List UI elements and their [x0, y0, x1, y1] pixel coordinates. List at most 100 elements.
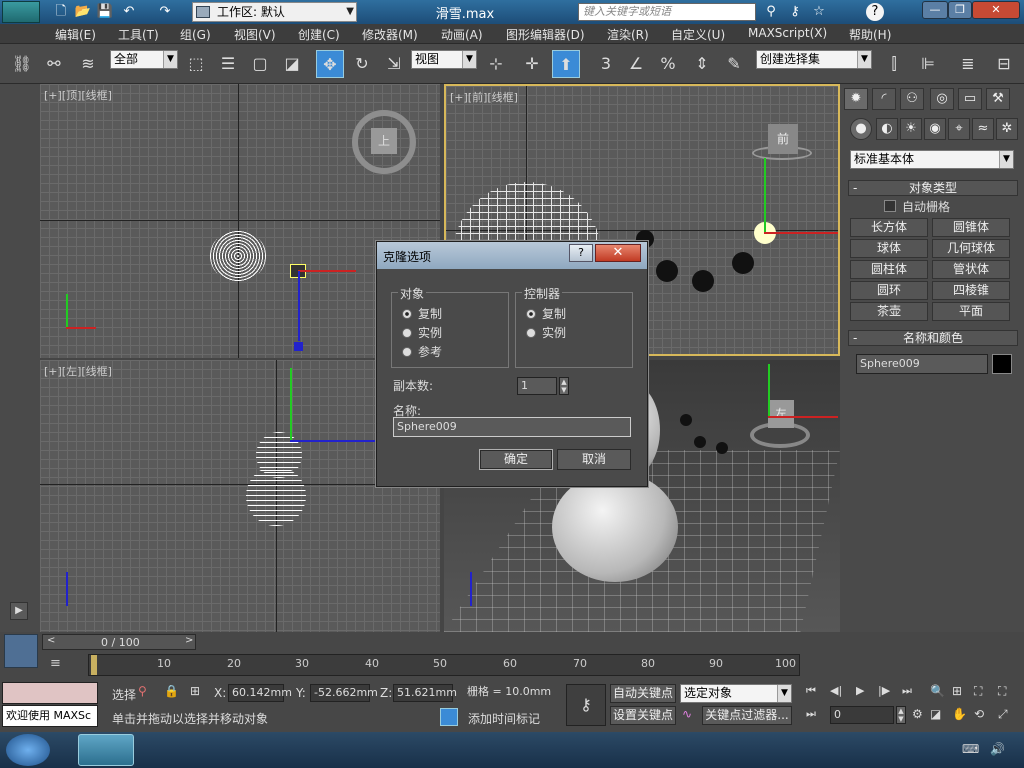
ok-button[interactable]: 确定	[479, 449, 553, 470]
viewport-front-label[interactable]: [+][前][线框]	[450, 89, 518, 105]
workspace-dropdown[interactable]: 工作区: 默认 ▼	[192, 2, 357, 22]
track-bar[interactable]: 10 20 30 40 50 60 70 80 90 100	[88, 654, 800, 676]
align-icon[interactable]: ⊫	[914, 50, 942, 78]
dialog-close-button[interactable]: ✕	[595, 244, 641, 262]
view-cube-front-face[interactable]: 前	[768, 124, 798, 154]
snowball-dot[interactable]	[656, 260, 678, 282]
snowball-dot[interactable]	[732, 252, 754, 274]
lights-icon[interactable]: ☀	[900, 118, 922, 140]
name-and-color-rollout[interactable]: - 名称和颜色	[848, 330, 1018, 346]
track-bar-icon[interactable]: ≡	[50, 656, 74, 672]
spinner-arrows-icon[interactable]: ▲ ▼	[559, 377, 569, 395]
isolate-selection-icon[interactable]: ⚲	[138, 684, 154, 700]
time-slider-prev-arrow[interactable]: <	[47, 635, 55, 646]
motion-tab-icon[interactable]: ◎	[930, 88, 954, 110]
time-configuration-icon[interactable]: ⚙	[912, 707, 928, 723]
field-of-view-icon[interactable]: ◪	[930, 707, 950, 725]
absolute-mode-icon[interactable]: ⊞	[190, 684, 206, 700]
copies-spinner[interactable]: 1	[517, 377, 557, 395]
play-icon[interactable]: ▶	[856, 684, 874, 702]
track-bar-time-marker[interactable]	[91, 655, 97, 675]
search-input[interactable]: 键入关键字或短语	[578, 3, 756, 21]
autogrid-checkbox[interactable]	[884, 200, 896, 212]
link-icon[interactable]: ⛓	[8, 50, 36, 78]
geosphere-button[interactable]: 几何球体	[932, 239, 1010, 258]
next-frame-icon[interactable]: |▶	[878, 684, 896, 702]
time-slider-next-arrow[interactable]: >	[185, 635, 193, 646]
systems-icon[interactable]: ✲	[996, 118, 1018, 140]
cameras-icon[interactable]: ◉	[924, 118, 946, 140]
helpers-icon[interactable]: ⌖	[948, 118, 970, 140]
menu-maxscript[interactable]: MAXScript(X)	[748, 26, 827, 40]
star-icon[interactable]: ☆	[810, 3, 828, 21]
space-warps-icon[interactable]: ≈	[972, 118, 994, 140]
menu-edit[interactable]: 编辑(E)	[55, 26, 96, 43]
maximize-viewport-icon[interactable]: ⤢	[998, 707, 1018, 725]
z-coordinate-field[interactable]: 51.621mm	[393, 684, 457, 702]
volume-tray-icon[interactable]: 🔊	[990, 742, 1008, 756]
key-icon[interactable]: ⚷	[786, 3, 804, 21]
clone-name-input[interactable]: Sphere009	[393, 417, 631, 437]
box-button[interactable]: 长方体	[850, 218, 928, 237]
menu-views[interactable]: 视图(V)	[234, 26, 276, 43]
menu-create[interactable]: 创建(C)	[298, 26, 340, 43]
spinner-arrows-icon[interactable]: ▲ ▼	[896, 706, 906, 724]
window-crossing-icon[interactable]: ◪	[278, 50, 306, 78]
select-and-rotate-icon[interactable]: ↻	[348, 50, 376, 78]
maxscript-listener-white[interactable]: 欢迎使用 MAXSc	[2, 705, 98, 727]
reference-coord-dropdown[interactable]: 视图 ▼	[411, 50, 477, 69]
curve-editor-icon[interactable]: ⊟	[990, 50, 1018, 78]
object-reference-radio[interactable]: 参考	[402, 343, 442, 360]
menu-tools[interactable]: 工具(T)	[118, 26, 159, 43]
layer-manager-icon[interactable]: ≣	[954, 50, 982, 78]
rectangular-selection-icon[interactable]: ▢	[246, 50, 274, 78]
bind-space-warp-icon[interactable]: ≋	[74, 50, 102, 78]
select-by-name-icon[interactable]: ☰	[214, 50, 242, 78]
object-category-dropdown[interactable]: 标准基本体 ▼	[850, 150, 1014, 169]
orbit-icon[interactable]: ⟲	[974, 707, 994, 725]
hierarchy-tab-icon[interactable]: ⚇	[900, 88, 924, 110]
unlink-icon[interactable]: ⚯	[40, 50, 68, 78]
spinner-snap-icon[interactable]: ⇕	[688, 50, 716, 78]
menu-group[interactable]: 组(G)	[180, 26, 211, 43]
sphere-wireframe[interactable]	[210, 230, 266, 282]
object-copy-radio[interactable]: 复制	[402, 305, 442, 322]
menu-help[interactable]: 帮助(H)	[849, 26, 891, 43]
percent-snap-icon[interactable]: %	[654, 50, 682, 78]
zoom-extents-all-icon[interactable]: ⛶	[998, 684, 1018, 702]
menu-graph-editors[interactable]: 图形编辑器(D)	[506, 26, 585, 43]
selection-filter-dropdown[interactable]: 全部 ▼	[110, 50, 178, 69]
menu-animation[interactable]: 动画(A)	[441, 26, 483, 43]
geometry-icon[interactable]: ●	[850, 118, 872, 140]
previous-frame-icon[interactable]: ◀|	[830, 684, 848, 702]
binoculars-icon[interactable]: ⚲	[762, 3, 780, 21]
object-type-rollout[interactable]: - 对象类型	[848, 180, 1018, 196]
viewport-layout-icon[interactable]	[4, 634, 38, 668]
set-key-button[interactable]: 设置关键点	[610, 706, 676, 725]
snowball-dot[interactable]	[716, 442, 728, 454]
select-manipulate-icon[interactable]: ✛	[518, 50, 546, 78]
pyramid-button[interactable]: 四棱锥	[932, 281, 1010, 300]
view-cube-top-face[interactable]: 上	[371, 128, 397, 154]
close-window-button[interactable]: ✕	[972, 1, 1020, 19]
start-button-icon[interactable]	[6, 734, 50, 766]
key-mode-toggle-icon[interactable]: ⏭	[806, 707, 824, 725]
sphere-wireframe[interactable]	[246, 466, 306, 526]
y-coordinate-field[interactable]: -52.662mm	[310, 684, 378, 702]
time-slider[interactable]: < 0 / 100 >	[42, 634, 196, 650]
key-filters-button[interactable]: 关键点过滤器...	[702, 706, 792, 725]
select-and-move-icon[interactable]: ✥	[316, 50, 344, 78]
go-to-start-icon[interactable]: ⏮	[806, 684, 824, 702]
zoom-all-icon[interactable]: ⊞	[952, 684, 972, 702]
key-mode-dropdown[interactable]: 选定对象 ▼	[680, 684, 792, 703]
display-tab-icon[interactable]: ▭	[958, 88, 982, 110]
object-instance-radio[interactable]: 实例	[402, 324, 442, 341]
selection-lock-icon[interactable]: 🔒	[164, 684, 180, 700]
go-to-end-icon[interactable]: ⏭	[902, 684, 920, 702]
modify-tab-icon[interactable]: ◜	[872, 88, 896, 110]
set-key-icon[interactable]: ⚷	[566, 684, 606, 726]
viewport-left-label[interactable]: [+][左][线框]	[44, 363, 112, 379]
shapes-icon[interactable]: ◐	[876, 118, 898, 140]
create-tab-icon[interactable]: ✹	[844, 88, 868, 110]
plane-button[interactable]: 平面	[932, 302, 1010, 321]
